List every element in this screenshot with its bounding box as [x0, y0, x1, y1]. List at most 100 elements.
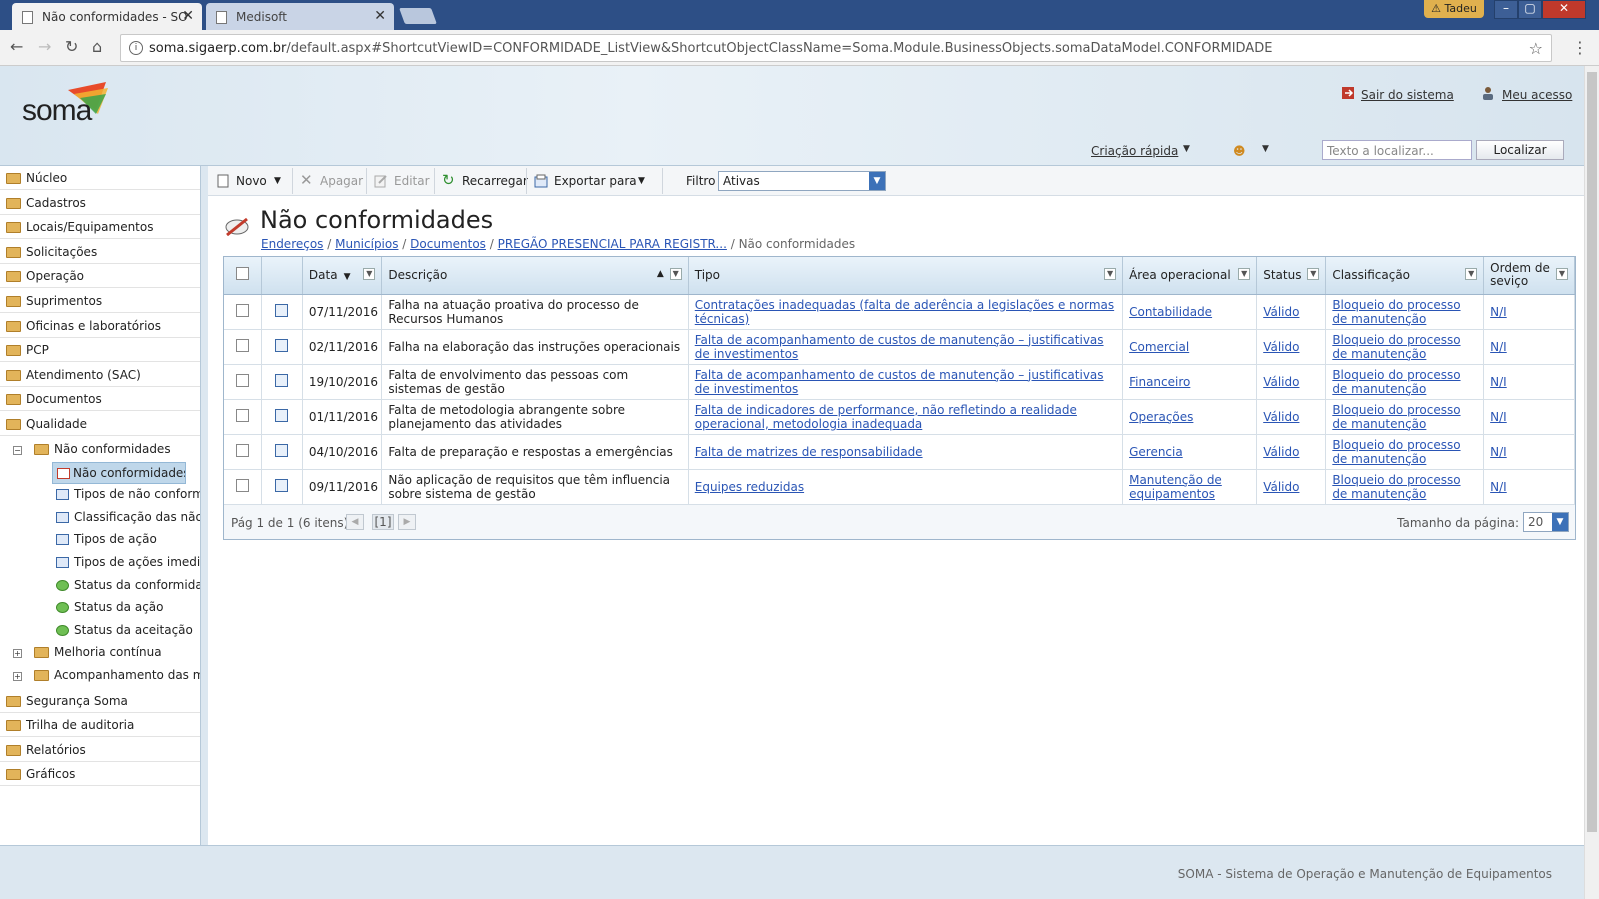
column-header-area[interactable]: Área operacional ▼: [1122, 257, 1258, 295]
status-link[interactable]: Válido: [1263, 480, 1299, 494]
reload-button[interactable]: ↻ Recarregar: [440, 171, 528, 193]
edit-button[interactable]: Editar: [372, 171, 430, 193]
sidebar-item[interactable]: Documentos: [0, 387, 200, 412]
tipo-link[interactable]: Contratações inadequadas (falta de aderê…: [695, 298, 1114, 326]
edit-icon[interactable]: [275, 303, 289, 317]
table-row[interactable]: 04/10/2016 Falta de preparação e resposta…: [224, 434, 1575, 470]
column-header-ordem[interactable]: Ordem de seviço ▼: [1483, 257, 1575, 295]
column-header-tipo[interactable]: Tipo ▼: [688, 257, 1124, 295]
new-button[interactable]: Novo: [214, 171, 267, 193]
search-input[interactable]: Texto a localizar...: [1322, 140, 1472, 160]
chevron-down-icon[interactable]: ▼: [1183, 144, 1190, 154]
area-link[interactable]: Manutenção de equipamentos: [1129, 473, 1222, 501]
sidebar-item[interactable]: Cadastros: [0, 191, 200, 215]
sidebar-item[interactable]: Operação: [0, 264, 200, 289]
tab-medisoft[interactable]: Medisoft ✕: [206, 3, 394, 30]
area-link[interactable]: Operações: [1129, 410, 1193, 424]
page-size-select[interactable]: 20 ▼: [1523, 511, 1569, 532]
maximize-button[interactable]: ▢: [1518, 0, 1542, 19]
area-link[interactable]: Comercial: [1129, 340, 1189, 354]
status-link[interactable]: Válido: [1263, 375, 1299, 389]
sidebar-subitem[interactable]: Tipos de ação: [52, 529, 200, 551]
row-checkbox[interactable]: [235, 408, 249, 422]
my-access-link[interactable]: Meu acesso: [1502, 88, 1572, 102]
row-checkbox[interactable]: [235, 443, 249, 457]
tab-nao-conformidades[interactable]: Não conformidades - SO ✕: [12, 3, 202, 30]
breadcrumb-link[interactable]: PREGÃO PRESENCIAL PARA REGISTR...: [498, 237, 727, 251]
sidebar-item[interactable]: Oficinas e laboratórios: [0, 314, 200, 338]
edit-icon[interactable]: [275, 338, 289, 352]
table-row[interactable]: 01/11/2016 Falta de metodologia abrangent…: [224, 399, 1575, 435]
page-scrollbar[interactable]: [1584, 66, 1599, 899]
select-all-checkbox[interactable]: [235, 267, 249, 281]
ordem-link[interactable]: N/I: [1490, 480, 1507, 494]
area-link[interactable]: Contabilidade: [1129, 305, 1212, 319]
edit-icon[interactable]: [275, 478, 289, 492]
expand-icon[interactable]: +: [13, 649, 22, 659]
next-page-icon[interactable]: ▶: [398, 513, 416, 530]
area-link[interactable]: Financeiro: [1129, 375, 1190, 389]
sidebar-item[interactable]: Locais/Equipamentos: [0, 215, 200, 240]
chevron-down-icon[interactable]: ▼: [1262, 144, 1269, 154]
area-link[interactable]: Gerencia: [1129, 445, 1183, 459]
info-icon[interactable]: i: [129, 41, 143, 55]
tipo-link[interactable]: Equipes reduzidas: [695, 480, 804, 494]
sidebar-subitem[interactable]: Tipos de ações imediat: [52, 552, 200, 574]
minimize-button[interactable]: –: [1494, 0, 1518, 19]
sidebar-group[interactable]: Acompanhamento das mell: [34, 665, 200, 687]
row-checkbox[interactable]: [235, 303, 249, 317]
row-checkbox[interactable]: [235, 338, 249, 352]
sidebar-item[interactable]: Solicitações: [0, 240, 200, 264]
sidebar-item[interactable]: Trilha de auditoria: [0, 713, 200, 738]
sidebar-item[interactable]: Núcleo: [0, 166, 200, 190]
chevron-down-icon[interactable]: ▼: [634, 171, 645, 193]
ordem-link[interactable]: N/I: [1490, 375, 1507, 389]
filter-icon[interactable]: ▼: [1104, 268, 1117, 280]
scrollbar-thumb[interactable]: [1587, 72, 1597, 832]
breadcrumb-link[interactable]: Municípios: [335, 237, 398, 251]
search-button[interactable]: Localizar: [1476, 140, 1564, 160]
breadcrumb-link[interactable]: Documentos: [410, 237, 486, 251]
row-checkbox[interactable]: [235, 478, 249, 492]
chevron-down-icon[interactable]: ▼: [869, 172, 885, 190]
row-checkbox[interactable]: [235, 373, 249, 387]
edit-icon[interactable]: [275, 373, 289, 387]
status-link[interactable]: Válido: [1263, 410, 1299, 424]
ordem-link[interactable]: N/I: [1490, 410, 1507, 424]
classificacao-link[interactable]: Bloqueio do processo de manutenção: [1332, 473, 1460, 501]
table-row[interactable]: 02/11/2016 Falha na elaboração das instru…: [224, 329, 1575, 365]
window-close-button[interactable]: ✕: [1542, 0, 1586, 19]
ordem-link[interactable]: N/I: [1490, 340, 1507, 354]
current-page[interactable]: [1]: [372, 513, 394, 530]
sidebar-subitem[interactable]: Não conformidades: [52, 461, 186, 484]
table-row[interactable]: 09/11/2016 Não aplicação de requisitos qu…: [224, 469, 1575, 505]
filter-icon[interactable]: ▼: [1556, 268, 1568, 280]
forward-arrow-icon[interactable]: →: [38, 37, 51, 56]
column-header-status[interactable]: Status ▼: [1256, 257, 1327, 295]
edit-icon[interactable]: [275, 443, 289, 457]
tipo-link[interactable]: Falta de matrizes de responsabilidade: [695, 445, 923, 459]
sidebar-item[interactable]: Qualidade: [0, 412, 200, 436]
tipo-link[interactable]: Falta de acompanhamento de custos de man…: [695, 333, 1104, 361]
browser-menu-icon[interactable]: ⋮: [1572, 38, 1588, 57]
ordem-link[interactable]: N/I: [1490, 305, 1507, 319]
status-link[interactable]: Válido: [1263, 445, 1299, 459]
filter-icon[interactable]: ▼: [1465, 268, 1478, 280]
sidebar-subitem[interactable]: Status da ação: [52, 597, 200, 619]
prev-page-icon[interactable]: ◀: [346, 513, 364, 530]
table-row[interactable]: 07/11/2016 Falha na atuação proativa do p…: [224, 294, 1575, 330]
filter-icon[interactable]: ▼: [363, 268, 376, 280]
close-icon[interactable]: ✕: [182, 8, 194, 24]
export-button[interactable]: Exportar para: [532, 171, 637, 193]
quick-create-menu[interactable]: Criação rápida: [1091, 144, 1178, 158]
sidebar-group-nao-conformidades[interactable]: Não conformidades: [34, 439, 200, 461]
home-icon[interactable]: ⌂: [92, 37, 102, 56]
sidebar-subitem[interactable]: Tipos de não conformi: [52, 484, 200, 506]
sidebar-subitem[interactable]: Status da aceitação: [52, 620, 200, 642]
classificacao-link[interactable]: Bloqueio do processo de manutenção: [1332, 438, 1460, 466]
reload-icon[interactable]: ↻: [65, 37, 78, 56]
edit-icon[interactable]: [275, 408, 289, 422]
logout-link[interactable]: Sair do sistema: [1361, 88, 1454, 102]
tipo-link[interactable]: Falta de acompanhamento de custos de man…: [695, 368, 1104, 396]
sidebar-group[interactable]: Melhoria contínua: [34, 642, 200, 664]
